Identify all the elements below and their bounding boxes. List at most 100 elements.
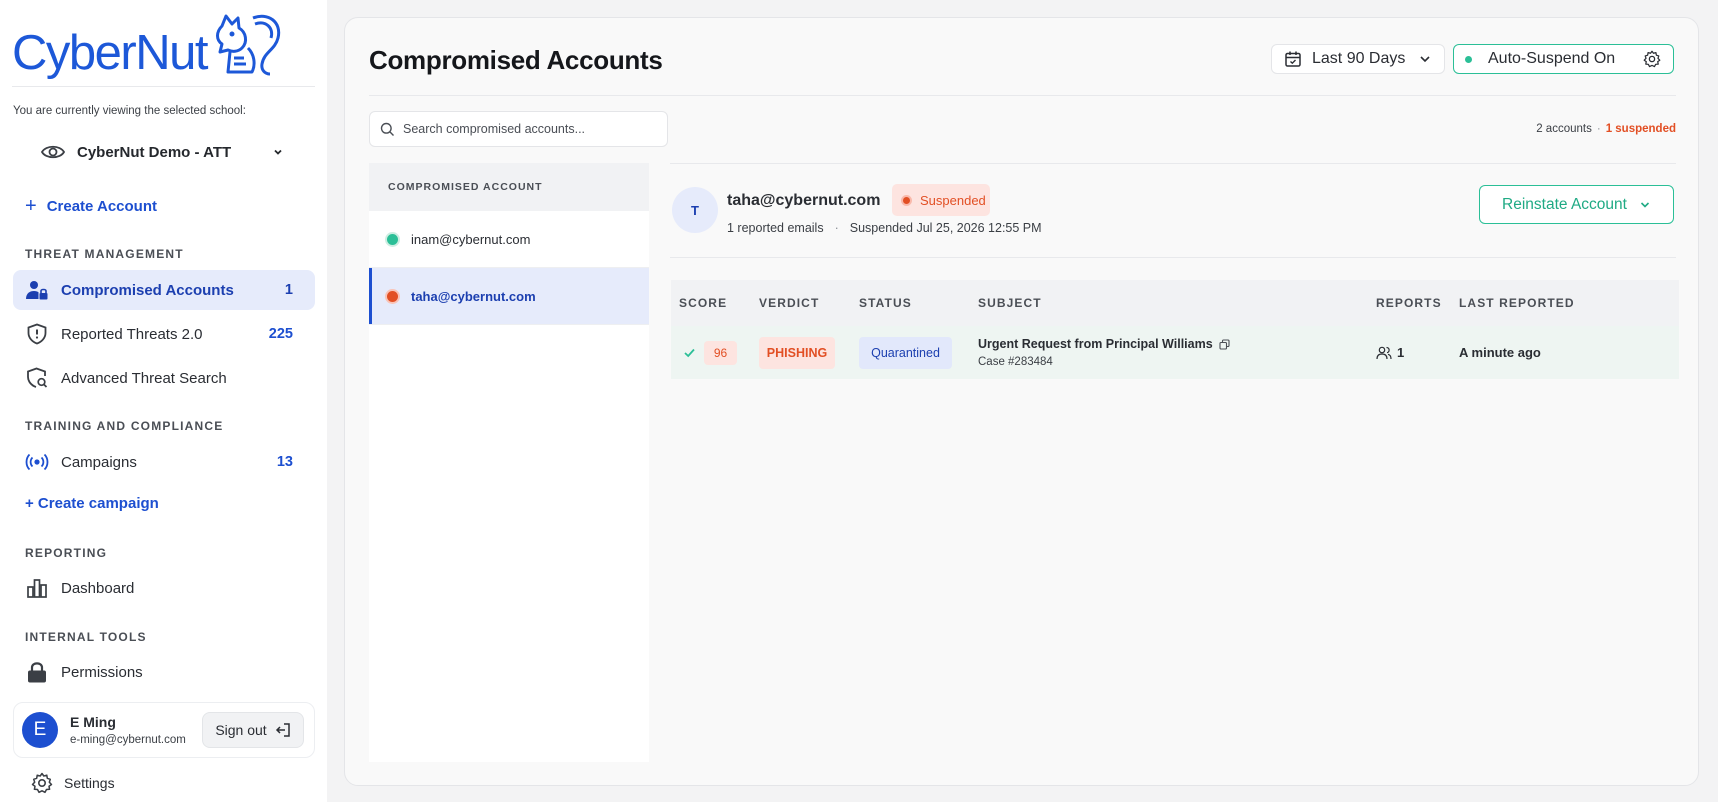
page-title: Compromised Accounts (369, 45, 663, 75)
account-counts: 2 accounts · 1 suspended (1536, 123, 1676, 135)
sidebar-item-label: Dashboard (61, 579, 135, 597)
calendar-icon (1285, 51, 1301, 67)
sidebar: CyberNut You are currently viewing the s… (0, 0, 327, 802)
logo-wordmark: CyberNut (12, 26, 208, 80)
status-badge: Quarantined (859, 336, 952, 369)
column-header[interactable]: LAST REPORTED (1459, 296, 1575, 310)
subject-cell: Urgent Request from Principal Williams C… (978, 326, 1230, 379)
sidebar-item-label: Compromised Accounts (61, 281, 234, 299)
auto-suspend-toggle[interactable]: Auto-Suspend On (1453, 44, 1674, 74)
search-icon (380, 122, 394, 136)
status-badge: Suspended (892, 184, 990, 216)
reports-count: 1 (1397, 345, 1405, 360)
chevron-down-icon (274, 149, 282, 155)
column-header[interactable]: STATUS (859, 296, 912, 310)
header-divider (369, 95, 1676, 96)
user-name: E Ming (70, 714, 116, 730)
suspended-timestamp: Suspended Jul 25, 2026 12:55 PM (849, 221, 1042, 235)
reinstate-label: Reinstate Account (1502, 195, 1627, 213)
score-badge: 96 (704, 340, 737, 365)
eye-icon (40, 145, 66, 159)
avatar: E (22, 712, 58, 748)
shield-alert-icon (25, 322, 49, 346)
school-viewing-note: You are currently viewing the selected s… (13, 105, 246, 117)
verdict-cell: PHISHING (759, 326, 835, 379)
sidebar-item-dashboard[interactable]: Dashboard (13, 568, 315, 608)
sidebar-item-count: 1 (284, 282, 293, 298)
sidebar-item-campaigns[interactable]: Campaigns 13 (13, 442, 315, 482)
search-box[interactable] (369, 111, 668, 147)
account-list-header: COMPROMISED ACCOUNT (369, 163, 649, 211)
table-row[interactable]: 96 PHISHING Quarantined Urgent Request f… (671, 326, 1679, 379)
sidebar-item-count: 13 (276, 454, 293, 470)
lock-icon (25, 660, 49, 684)
section-reporting: REPORTING (25, 546, 108, 560)
list-item[interactable]: taha@cybernut.com (369, 268, 649, 325)
broadcast-icon (25, 450, 49, 474)
copy-icon[interactable] (1219, 338, 1230, 350)
gear-icon (31, 772, 53, 794)
plus-icon: + (25, 195, 37, 217)
account-email: taha@cybernut.com (411, 288, 536, 304)
column-header[interactable]: REPORTS (1376, 296, 1442, 310)
sidebar-item-label: Advanced Threat Search (61, 369, 227, 387)
last-reported-text: A minute ago (1459, 345, 1541, 360)
logo-divider (12, 86, 315, 87)
shield-search-icon (25, 366, 49, 390)
status-dot (385, 231, 400, 247)
reports-table: SCORE VERDICT STATUS SUBJECT REPORTS LAS… (671, 280, 1679, 379)
column-header[interactable]: SUBJECT (978, 296, 1042, 310)
search-input[interactable] (403, 122, 653, 136)
chevron-down-icon (1420, 56, 1430, 63)
bar-chart-icon (25, 576, 49, 600)
sidebar-item-advanced-threat-search[interactable]: Advanced Threat Search (13, 358, 315, 398)
user-email: e-ming@cybernut.com (70, 734, 186, 746)
create-account-button[interactable]: + Create Account (25, 196, 157, 216)
status-label: Suspended (920, 192, 986, 208)
sidebar-item-label: Permissions (61, 663, 143, 681)
auto-suspend-status-dot (1465, 55, 1472, 63)
sign-out-label: Sign out (215, 722, 267, 738)
count-separator: · (1596, 123, 1601, 135)
subject-text: Urgent Request from Principal Williams (978, 337, 1213, 351)
suspended-count: 1 suspended (1605, 123, 1676, 135)
section-threat-management: THREAT MANAGEMENT (25, 247, 184, 261)
account-email: inam@cybernut.com (411, 231, 531, 247)
sign-out-icon (275, 723, 290, 737)
settings-link[interactable]: Settings (31, 772, 115, 794)
sidebar-item-compromised-accounts[interactable]: Compromised Accounts 1 (13, 270, 315, 310)
column-header[interactable]: SCORE (679, 296, 727, 310)
sign-out-button[interactable]: Sign out (202, 712, 304, 748)
squirrel-logo-icon (216, 14, 281, 76)
status-cell: Quarantined (859, 326, 952, 379)
sidebar-item-permissions[interactable]: Permissions (13, 652, 315, 692)
meta-separator: · (834, 221, 839, 235)
settings-label: Settings (64, 775, 115, 791)
reported-count: 1 reported emails (727, 221, 824, 235)
status-dot (901, 194, 912, 206)
date-range-dropdown[interactable]: Last 90 Days (1271, 44, 1445, 74)
section-training-compliance: TRAINING AND COMPLIANCE (25, 419, 224, 433)
cybernut-logo[interactable]: CyberNut (12, 12, 281, 82)
detail-divider (670, 257, 1676, 258)
auto-suspend-label: Auto-Suspend On (1488, 50, 1616, 67)
column-header[interactable]: VERDICT (759, 296, 819, 310)
detail-email: taha@cybernut.com (727, 192, 881, 209)
school-selector[interactable]: CyberNut Demo - ATT (40, 140, 284, 164)
create-account-label: Create Account (46, 197, 157, 215)
sidebar-item-reported-threats[interactable]: Reported Threats 2.0 225 (13, 314, 315, 354)
account-count: 2 accounts (1536, 123, 1592, 135)
user-info: E Ming e-ming@cybernut.com (70, 714, 202, 746)
detail-meta: 1 reported emails · Suspended Jul 25, 2026… (727, 221, 1042, 235)
score-cell: 96 (683, 326, 737, 379)
reinstate-account-button[interactable]: Reinstate Account (1479, 185, 1674, 224)
list-item[interactable]: inam@cybernut.com (369, 211, 649, 268)
chevron-down-icon (1640, 201, 1650, 208)
main-panel: Compromised Accounts Last 90 Days Auto-S… (344, 17, 1699, 786)
sidebar-item-label: Campaigns (61, 453, 137, 471)
status-dot (385, 288, 400, 304)
table-header: SCORE VERDICT STATUS SUBJECT REPORTS LAS… (671, 280, 1679, 326)
user-lock-icon (25, 278, 49, 302)
account-list: COMPROMISED ACCOUNT inam@cybernut.com ta… (369, 163, 649, 762)
create-campaign-button[interactable]: + Create campaign (25, 495, 159, 512)
